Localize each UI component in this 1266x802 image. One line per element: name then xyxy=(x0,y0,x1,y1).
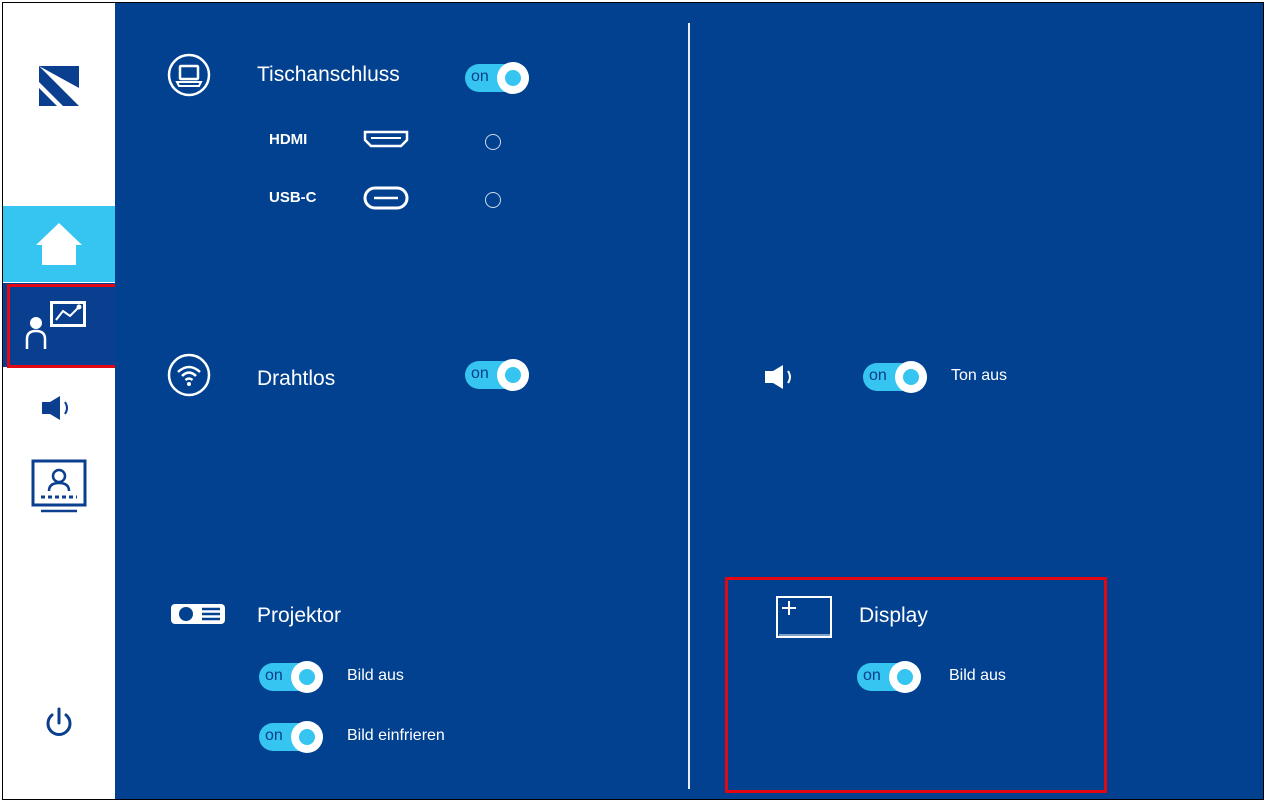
projector-title: Projektor xyxy=(257,604,342,627)
projector-icon xyxy=(171,604,225,624)
projector-freeze-toggle[interactable]: on xyxy=(259,721,323,753)
wireless-toggle[interactable]: on xyxy=(465,359,529,391)
audio-speaker-icon xyxy=(765,365,791,389)
sidebar-item-presenter[interactable] xyxy=(3,283,115,367)
usbc-label: USB-C xyxy=(269,189,317,206)
laptop-icon xyxy=(167,53,211,97)
sidebar xyxy=(3,3,115,799)
audio-mute-toggle[interactable]: on xyxy=(863,361,927,393)
wireless-title: Drahtlos xyxy=(257,367,336,390)
projector-picture-off-toggle[interactable]: on xyxy=(259,661,323,693)
table-connection-title: Tischanschluss xyxy=(257,63,400,86)
table-connection-toggle[interactable]: on xyxy=(465,62,529,94)
logo xyxy=(3,51,115,121)
display-picture-off-label: Bild aus xyxy=(949,667,1006,684)
display-icon xyxy=(776,596,832,638)
sidebar-item-video-conference[interactable] xyxy=(3,453,115,523)
projector-picture-off-label: Bild aus xyxy=(347,667,404,684)
sidebar-item-audio[interactable] xyxy=(3,383,115,433)
presenter-chart-icon xyxy=(25,301,86,349)
toggle-on-label: on xyxy=(471,68,489,85)
toggle-knob xyxy=(497,62,529,94)
toggle-knob xyxy=(291,721,323,753)
usbc-radio[interactable] xyxy=(485,192,501,208)
toggle-on-label: on xyxy=(471,365,489,382)
toggle-on-label: on xyxy=(265,667,283,684)
sidebar-item-home[interactable] xyxy=(3,206,115,282)
projector-freeze-label: Bild einfrieren xyxy=(347,727,445,744)
hdmi-radio[interactable] xyxy=(485,134,501,150)
toggle-knob xyxy=(497,359,529,391)
video-conference-icon xyxy=(31,459,87,513)
column-divider xyxy=(688,23,690,789)
usbc-port-icon xyxy=(363,186,409,210)
toggle-on-label: on xyxy=(265,727,283,744)
audio-mute-label: Ton aus xyxy=(951,367,1008,384)
speaker-icon xyxy=(42,396,68,420)
toggle-on-label: on xyxy=(863,667,881,684)
display-picture-off-toggle[interactable]: on xyxy=(857,661,921,693)
main-panel: Tischanschluss on HDMI USB-C Drahtlos on xyxy=(115,3,1263,799)
toggle-knob xyxy=(889,661,921,693)
display-title: Display xyxy=(859,604,928,627)
toggle-knob xyxy=(895,361,927,393)
hdmi-port-icon xyxy=(363,130,409,148)
hdmi-label: HDMI xyxy=(269,131,308,148)
wifi-icon xyxy=(167,353,211,397)
logo-icon xyxy=(39,66,79,106)
app-window: Tischanschluss on HDMI USB-C Drahtlos on xyxy=(2,2,1264,800)
sidebar-item-power[interactable] xyxy=(3,698,115,748)
power-icon xyxy=(46,707,72,736)
toggle-on-label: on xyxy=(869,367,887,384)
toggle-knob xyxy=(291,661,323,693)
home-icon xyxy=(36,223,82,265)
